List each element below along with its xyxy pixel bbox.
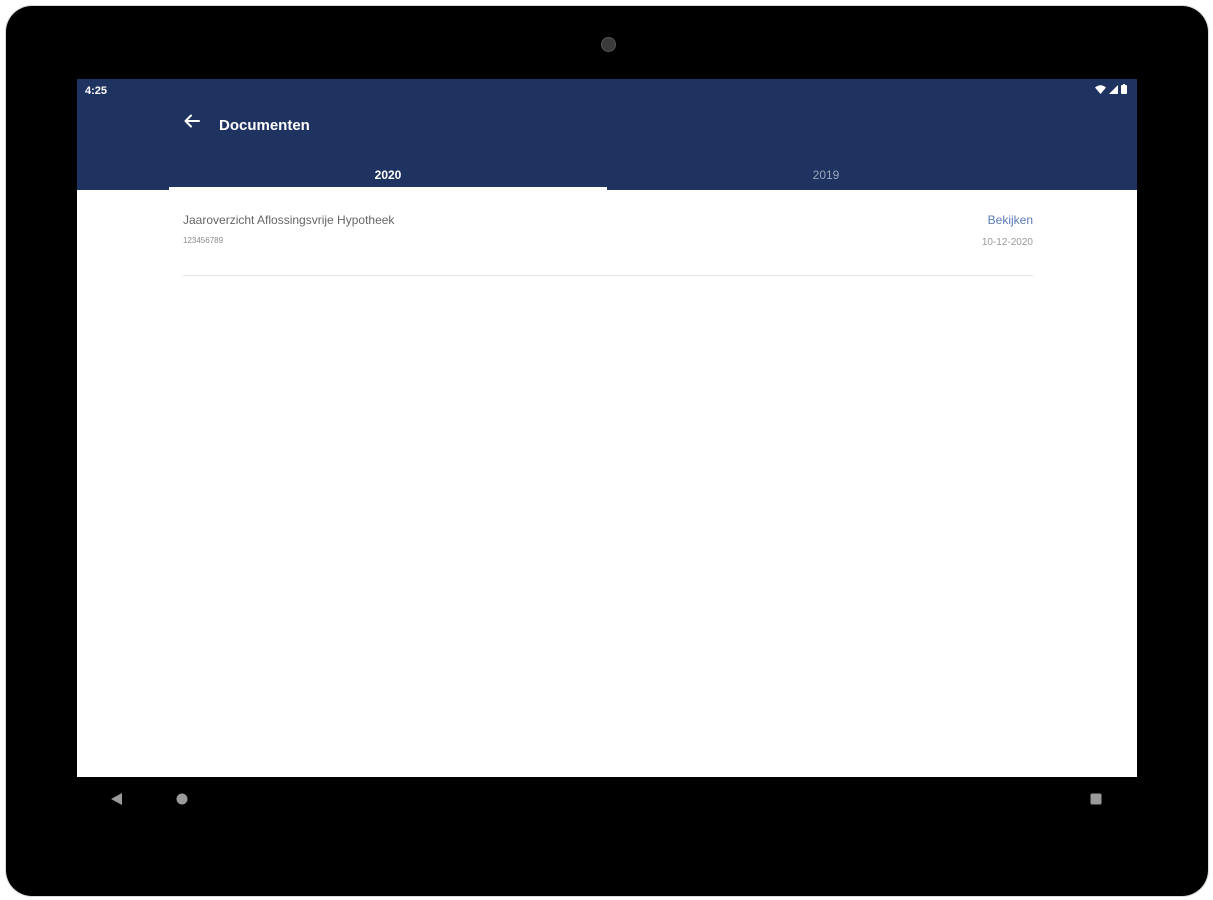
nav-back-button[interactable] bbox=[106, 791, 126, 811]
document-number: 123456789 bbox=[183, 236, 224, 245]
document-list: Jaaroverzicht Aflossingsvrije Hypotheek … bbox=[183, 190, 1033, 276]
document-title: Jaaroverzicht Aflossingsvrije Hypotheek bbox=[183, 213, 395, 227]
status-icons bbox=[1095, 84, 1127, 94]
tab-2019[interactable]: 2019 bbox=[607, 159, 1045, 190]
status-time: 4:25 bbox=[85, 85, 108, 97]
triangle-back-icon bbox=[110, 792, 122, 810]
back-button[interactable] bbox=[181, 112, 203, 134]
nav-recents-button[interactable] bbox=[1086, 791, 1106, 811]
page-title: Documenten bbox=[219, 117, 310, 134]
document-date: 10-12-2020 bbox=[981, 237, 1033, 248]
app-bar: 4:25 Documenten 2020 2019 bbox=[77, 79, 1137, 190]
arrow-left-icon bbox=[184, 114, 200, 133]
front-camera bbox=[601, 37, 616, 52]
battery-icon bbox=[1121, 84, 1127, 94]
nav-home-button[interactable] bbox=[172, 791, 192, 811]
tab-label: 2019 bbox=[812, 167, 840, 182]
signal-icon bbox=[1109, 84, 1118, 94]
tab-label: 2020 bbox=[374, 167, 402, 182]
tab-2020[interactable]: 2020 bbox=[169, 159, 607, 190]
circle-home-icon bbox=[176, 792, 188, 810]
wifi-icon bbox=[1095, 84, 1106, 94]
square-recents-icon bbox=[1090, 792, 1102, 810]
tablet-device-frame: 4:25 Documenten 2020 2019 Jaaroverzicht … bbox=[6, 6, 1208, 896]
view-document-link[interactable]: Bekijken bbox=[988, 213, 1033, 227]
year-tabs: 2020 2019 bbox=[169, 159, 1045, 190]
system-navigation-bar bbox=[6, 777, 1208, 827]
document-row[interactable]: Jaaroverzicht Aflossingsvrije Hypotheek … bbox=[183, 190, 1033, 276]
screen: 4:25 Documenten 2020 2019 Jaaroverzicht … bbox=[77, 79, 1137, 777]
